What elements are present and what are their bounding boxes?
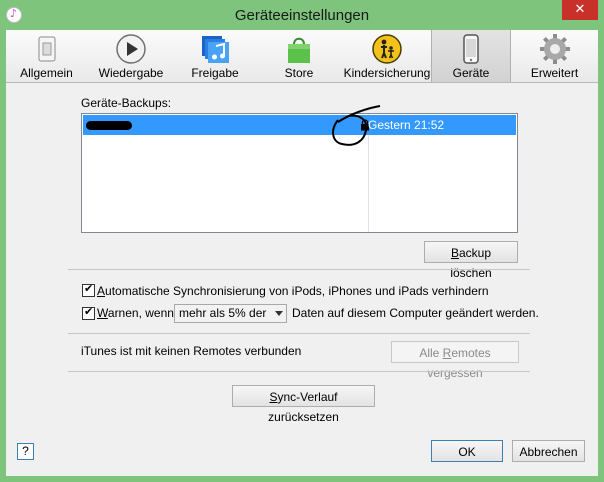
separator bbox=[68, 371, 530, 372]
warn-suffix-text: Daten auf diesem Computer geändert werde… bbox=[292, 306, 539, 320]
separator bbox=[68, 269, 530, 270]
tab-geraete[interactable]: Geräte bbox=[431, 30, 511, 82]
help-button[interactable]: ? bbox=[17, 443, 34, 460]
tab-label: Store bbox=[284, 66, 314, 80]
cancel-button[interactable]: Abbrechen bbox=[512, 440, 585, 462]
delete-backup-button[interactable]: Backup löschen bbox=[424, 241, 518, 280]
tab-erweitert[interactable]: Erweitert bbox=[511, 30, 598, 82]
reset-sync-history-button[interactable]: Sync-Verlauf zurücksetzen bbox=[232, 385, 375, 424]
auto-sync-checkbox[interactable] bbox=[82, 282, 95, 297]
tab-allgemein[interactable]: Allgemein bbox=[6, 30, 87, 82]
warn-checkbox[interactable] bbox=[82, 305, 95, 320]
shopping-bag-icon bbox=[288, 37, 310, 63]
selected-threshold: mehr als 5% der bbox=[179, 306, 267, 320]
settings-panel: Geräte-Backups: Gestern 21:52 Backup lös… bbox=[6, 83, 598, 476]
tab-label: Erweitert bbox=[530, 66, 579, 80]
ok-button[interactable]: OK bbox=[431, 440, 503, 462]
scribble-annotation bbox=[332, 105, 381, 146]
chevron-down-icon bbox=[275, 311, 283, 316]
tab-label: Wiedergabe bbox=[98, 66, 164, 80]
forget-remotes-button[interactable]: Alle Remotes vergessen bbox=[391, 341, 519, 380]
preferences-toolbar: Allgemein Wiedergabe Freigabe Store Kind… bbox=[6, 30, 598, 83]
remotes-status-text: iTunes ist mit keinen Remotes verbunden bbox=[81, 344, 302, 358]
music-library-icon bbox=[202, 36, 229, 63]
title-bar: Geräteeinstellungen ✕ bbox=[0, 0, 604, 30]
separator bbox=[68, 333, 530, 334]
parental-control-icon bbox=[372, 34, 402, 64]
backups-list[interactable]: Gestern 21:52 bbox=[81, 113, 518, 233]
window-title: Geräteeinstellungen bbox=[234, 7, 370, 24]
iphone-icon bbox=[463, 34, 479, 64]
tab-kindersicherung[interactable]: Kindersicherung bbox=[343, 30, 431, 82]
tab-label: Kindersicherung bbox=[343, 66, 431, 80]
tab-label: Geräte bbox=[452, 66, 490, 80]
tab-store[interactable]: Store bbox=[255, 30, 343, 82]
play-icon bbox=[116, 34, 146, 64]
close-button[interactable]: ✕ bbox=[562, 0, 598, 20]
tab-label: Freigabe bbox=[191, 66, 239, 80]
switch-icon bbox=[38, 36, 55, 62]
redacted-device-name bbox=[86, 121, 132, 130]
tab-freigabe[interactable]: Freigabe bbox=[175, 30, 255, 82]
tab-label: Allgemein bbox=[20, 66, 73, 80]
auto-sync-label[interactable]: Automatische Synchronisierung von iPods,… bbox=[97, 284, 489, 298]
backup-row[interactable]: Gestern 21:52 bbox=[83, 115, 516, 135]
change-threshold-select[interactable]: mehr als 5% der bbox=[174, 304, 287, 323]
tab-wiedergabe[interactable]: Wiedergabe bbox=[87, 30, 175, 82]
device-backups-label: Geräte-Backups: bbox=[81, 96, 172, 110]
gear-icon bbox=[539, 34, 570, 64]
warn-label[interactable]: Warnen, wenn bbox=[97, 306, 174, 320]
